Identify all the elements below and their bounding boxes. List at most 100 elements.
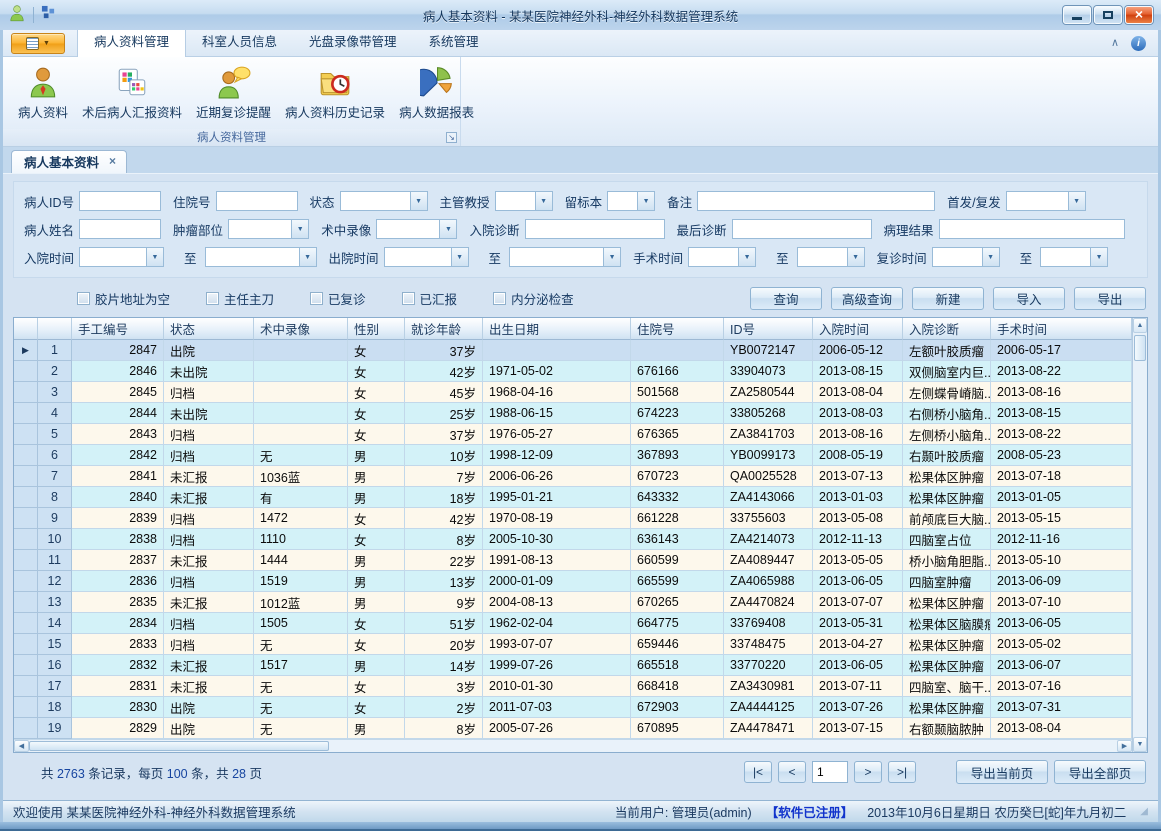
column-header-状态[interactable]: 状态 <box>164 318 254 340</box>
ribbon-button-2[interactable]: 术后病人汇报资料 <box>75 61 189 124</box>
dropdown-arrow-icon[interactable]: ▼ <box>410 192 427 210</box>
ribbon-tab-3[interactable]: 光盘录像带管理 <box>293 26 413 56</box>
table-row[interactable]: 22846未出院女42岁1971-05-02676166339040732013… <box>14 361 1132 382</box>
vertical-scrollbar[interactable]: ▲ ▼ <box>1132 318 1147 752</box>
table-row[interactable]: 152833归档无女20岁1993-07-0765944633748475201… <box>14 634 1132 655</box>
application-menu-button[interactable]: ▼ <box>11 33 65 54</box>
column-header-ID号[interactable]: ID号 <box>724 318 813 340</box>
last-page-button[interactable]: >| <box>888 761 916 783</box>
filter-combo-留标本[interactable]: ▼ <box>607 191 655 211</box>
dropdown-arrow-icon[interactable]: ▼ <box>291 220 308 238</box>
column-header-手术时间[interactable]: 手术时间 <box>991 318 1132 340</box>
checkbox-box[interactable] <box>402 292 415 305</box>
info-icon[interactable]: i <box>1131 36 1146 51</box>
quick-access-grid-icon[interactable] <box>41 5 56 25</box>
scroll-left-icon[interactable]: ◀ <box>14 740 29 752</box>
filter-date-to-入院时间[interactable]: ▼ <box>205 247 317 267</box>
column-header-入院诊断[interactable]: 入院诊断 <box>903 318 991 340</box>
table-row[interactable]: 142834归档1505女51岁1962-02-0466477533769408… <box>14 613 1132 634</box>
checkbox-内分泌检查[interactable]: 内分泌检查 <box>493 289 574 308</box>
filter-combo-肿瘤部位[interactable]: ▼ <box>228 219 309 239</box>
column-header-入院时间[interactable]: 入院时间 <box>813 318 903 340</box>
dropdown-arrow-icon[interactable]: ▼ <box>637 192 654 210</box>
filter-input-住院号[interactable] <box>216 191 298 211</box>
ribbon-tab-4[interactable]: 系统管理 <box>413 26 495 56</box>
maximize-button[interactable] <box>1094 6 1122 24</box>
action-button-导入[interactable]: 导入 <box>993 287 1065 310</box>
page-number-input[interactable] <box>812 761 848 783</box>
filter-input-病人姓名[interactable] <box>79 219 161 239</box>
filter-date-from-出院时间[interactable]: ▼ <box>384 247 469 267</box>
action-button-高级查询[interactable]: 高级查询 <box>831 287 903 310</box>
filter-date-to-手术时间[interactable]: ▼ <box>797 247 865 267</box>
dropdown-arrow-icon[interactable]: ▼ <box>299 248 316 266</box>
tab-patient-basic-info[interactable]: 病人基本资料 × <box>11 150 127 173</box>
table-row[interactable]: 32845归档女45岁1968-04-16501568ZA25805442013… <box>14 382 1132 403</box>
table-row[interactable]: 72841未汇报1036蓝男7岁2006-06-26670723QA002552… <box>14 466 1132 487</box>
filter-combo-主管教授[interactable]: ▼ <box>495 191 553 211</box>
table-row[interactable]: 132835未汇报1012蓝男9岁2004-08-13670265ZA44708… <box>14 592 1132 613</box>
action-button-导出[interactable]: 导出 <box>1074 287 1146 310</box>
table-row[interactable]: 162832未汇报1517男14岁1999-07-266655183377022… <box>14 655 1132 676</box>
app-logo-person-icon[interactable] <box>8 4 26 27</box>
table-row[interactable]: 112837未汇报1444男22岁1991-08-13660599ZA40894… <box>14 550 1132 571</box>
table-row[interactable]: 92839归档1472女42岁1970-08-19661228337556032… <box>14 508 1132 529</box>
checkbox-box[interactable] <box>310 292 323 305</box>
filter-combo-术中录像[interactable]: ▼ <box>376 219 457 239</box>
first-page-button[interactable]: |< <box>744 761 772 783</box>
scroll-up-icon[interactable]: ▲ <box>1133 318 1147 333</box>
filter-date-from-入院时间[interactable]: ▼ <box>79 247 164 267</box>
close-button[interactable]: × <box>1125 6 1153 24</box>
scroll-down-icon[interactable]: ▼ <box>1133 737 1147 752</box>
dropdown-arrow-icon[interactable]: ▼ <box>1090 248 1107 266</box>
dialog-launcher-icon[interactable]: ↘ <box>446 132 457 143</box>
checkbox-主任主刀[interactable]: 主任主刀 <box>206 289 274 308</box>
dropdown-arrow-icon[interactable]: ▼ <box>847 248 864 266</box>
table-row[interactable]: 122836归档1519男13岁2000-01-09665599ZA406598… <box>14 571 1132 592</box>
checkbox-已汇报[interactable]: 已汇报 <box>402 289 458 308</box>
action-button-查询[interactable]: 查询 <box>750 287 822 310</box>
horizontal-scrollbar[interactable]: ◀ ▶ <box>14 739 1132 752</box>
checkbox-box[interactable] <box>206 292 219 305</box>
horizontal-scroll-thumb[interactable] <box>29 741 329 751</box>
table-row[interactable]: 172831未汇报无女3岁2010-01-30668418ZA343098120… <box>14 676 1132 697</box>
filter-date-from-手术时间[interactable]: ▼ <box>688 247 756 267</box>
scroll-right-icon[interactable]: ▶ <box>1117 740 1132 752</box>
filter-input-病理结果[interactable] <box>939 219 1125 239</box>
next-page-button[interactable]: > <box>854 761 882 783</box>
export-current-page-button[interactable]: 导出当前页 <box>956 760 1048 784</box>
dropdown-arrow-icon[interactable]: ▼ <box>439 220 456 238</box>
table-row[interactable]: 192829出院无男8岁2005-07-26670895ZA4478471201… <box>14 718 1132 739</box>
tab-close-icon[interactable]: × <box>109 155 116 167</box>
table-row[interactable]: 82840未汇报有男18岁1995-01-21643332ZA414306620… <box>14 487 1132 508</box>
table-row[interactable]: 52843归档女37岁1976-05-27676365ZA38417032013… <box>14 424 1132 445</box>
column-header-术中录像[interactable]: 术中录像 <box>254 318 348 340</box>
column-header-性别[interactable]: 性别 <box>348 318 405 340</box>
ribbon-button-3[interactable]: 近期复诊提醒 <box>189 61 278 124</box>
table-row[interactable]: ▶12847出院女37岁YB00721472006-05-12左额叶胶质瘤200… <box>14 340 1132 361</box>
filter-date-to-出院时间[interactable]: ▼ <box>509 247 621 267</box>
minimize-button[interactable] <box>1063 6 1091 24</box>
vertical-scroll-thumb[interactable] <box>1134 335 1146 361</box>
collapse-ribbon-icon[interactable]: ∧ <box>1111 38 1119 49</box>
column-header-住院号[interactable]: 住院号 <box>631 318 724 340</box>
table-row[interactable]: 42844未出院女25岁1988-06-15674223338052682013… <box>14 403 1132 424</box>
checkbox-box[interactable] <box>493 292 506 305</box>
dropdown-arrow-icon[interactable]: ▼ <box>603 248 620 266</box>
dropdown-arrow-icon[interactable]: ▼ <box>1068 192 1085 210</box>
ribbon-button-5[interactable]: 病人数据报表 <box>392 61 481 124</box>
ribbon-button-1[interactable]: 病人资料 <box>11 61 75 124</box>
column-header-手工编号[interactable]: 手工编号 <box>72 318 164 340</box>
dropdown-arrow-icon[interactable]: ▼ <box>451 248 468 266</box>
action-button-新建[interactable]: 新建 <box>912 287 984 310</box>
filter-input-入院诊断[interactable] <box>525 219 665 239</box>
dropdown-arrow-icon[interactable]: ▼ <box>982 248 999 266</box>
column-header-就诊年龄[interactable]: 就诊年龄 <box>405 318 483 340</box>
checkbox-box[interactable] <box>77 292 90 305</box>
license-registered-link[interactable]: 【软件已注册】 <box>766 802 854 821</box>
dropdown-arrow-icon[interactable]: ▼ <box>738 248 755 266</box>
ribbon-tab-2[interactable]: 科室人员信息 <box>186 26 293 56</box>
checkbox-胶片地址为空[interactable]: 胶片地址为空 <box>77 289 170 308</box>
filter-input-最后诊断[interactable] <box>732 219 872 239</box>
checkbox-已复诊[interactable]: 已复诊 <box>310 289 366 308</box>
